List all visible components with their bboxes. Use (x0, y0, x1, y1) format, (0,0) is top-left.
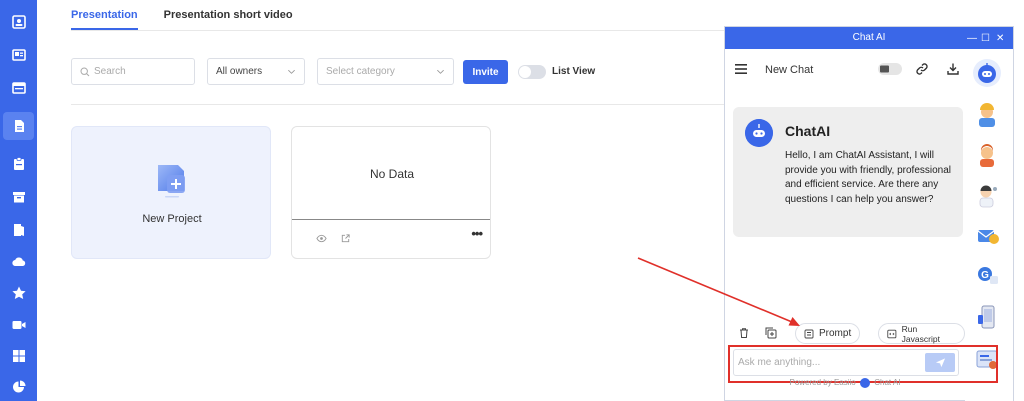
code-icon (887, 329, 897, 338)
news-icon[interactable] (0, 41, 37, 69)
minimize-icon[interactable]: — (967, 27, 977, 49)
doctor-bot-icon[interactable] (973, 181, 1001, 209)
chat-input[interactable] (738, 353, 918, 372)
chatai-bot-icon[interactable] (973, 59, 1001, 87)
share-icon[interactable] (340, 233, 351, 244)
svg-text:G: G (981, 270, 989, 281)
list-view-label: List View (552, 66, 596, 77)
search-input[interactable]: Search (71, 58, 195, 85)
chat-ai-panel: Chat AI — ☐ ✕ New Chat G ChatAI Hello, I… (724, 26, 1014, 401)
contact-card-icon[interactable] (0, 8, 37, 36)
run-javascript-label: Run Javascript (901, 323, 940, 344)
chat-window-bot-icon[interactable] (973, 345, 1001, 373)
prompt-icon (804, 329, 814, 338)
maximize-icon[interactable]: ☐ (981, 27, 990, 49)
pie-chart-icon[interactable] (0, 373, 37, 401)
bot-selector-rail: G (965, 49, 1013, 401)
project-card[interactable]: No Data ••• (291, 126, 491, 259)
add-chat-icon[interactable] (765, 327, 777, 339)
trash-icon[interactable] (738, 327, 750, 339)
left-sidebar (0, 0, 37, 401)
mobile-bot-icon[interactable] (973, 303, 1001, 331)
download-icon[interactable] (946, 62, 960, 76)
chevron-down-icon (288, 69, 295, 74)
owners-select[interactable]: All owners (207, 58, 305, 85)
cloud-icon[interactable] (0, 248, 37, 276)
chat-toolbar: New Chat (725, 49, 965, 91)
powered-by-footer: Powered by Easiio Chat AI (725, 378, 965, 388)
category-placeholder: Select category (326, 66, 395, 77)
menu-icon[interactable] (734, 62, 748, 76)
chat-input-box (733, 349, 959, 376)
prompt-label: Prompt (819, 328, 852, 339)
powered-prefix: Powered by Easiio (789, 378, 856, 388)
support-bot-icon[interactable] (973, 141, 1001, 169)
chat-messages: ChatAI Hello, I am ChatAI Assistant, I w… (725, 91, 965, 321)
close-icon[interactable]: ✕ (996, 27, 1004, 49)
tab-presentation[interactable]: Presentation (71, 0, 138, 30)
new-chat-label[interactable]: New Chat (765, 64, 813, 76)
new-project-icon (158, 165, 185, 198)
prompt-button[interactable]: Prompt (795, 323, 861, 344)
archive-icon[interactable] (0, 183, 37, 211)
eye-icon[interactable] (316, 233, 327, 244)
owners-value: All owners (216, 66, 263, 77)
search-icon (80, 66, 90, 76)
chatai-small-icon (860, 378, 870, 388)
run-javascript-button[interactable]: Run Javascript (878, 323, 965, 344)
book-icon[interactable] (0, 216, 37, 244)
tabs-divider (71, 30, 791, 31)
theme-toggle-icon[interactable] (877, 62, 903, 76)
new-project-label: New Project (142, 213, 202, 225)
email-bot-icon[interactable] (973, 221, 1001, 249)
assistant-greeting: Hello, I am ChatAI Assistant, I will pro… (785, 150, 952, 205)
tab-presentation-short-video[interactable]: Presentation short video (164, 0, 293, 30)
assistant-name: ChatAI (785, 123, 831, 139)
chevron-down-icon (437, 69, 444, 74)
window-icon[interactable] (0, 74, 37, 102)
tab-bar: Presentation Presentation short video (71, 0, 293, 30)
category-select[interactable]: Select category (317, 58, 454, 85)
send-button[interactable] (925, 353, 955, 372)
card-divider (292, 219, 490, 220)
translate-bot-icon[interactable]: G (973, 261, 1001, 289)
chatai-avatar-icon (745, 119, 773, 147)
more-options-button[interactable]: ••• (471, 226, 483, 241)
search-placeholder: Search (94, 66, 126, 77)
video-icon[interactable] (0, 311, 37, 339)
no-data-text: No Data (369, 167, 415, 181)
send-icon (935, 358, 945, 368)
clipboard-icon[interactable] (0, 150, 37, 178)
filter-divider (71, 104, 791, 105)
grid-icon[interactable] (0, 342, 37, 370)
powered-suffix: Chat AI (874, 378, 901, 388)
new-project-card[interactable]: New Project (71, 126, 271, 259)
app-root: Presentation Presentation short video Se… (0, 0, 1024, 401)
list-view-toggle[interactable] (518, 65, 546, 79)
chat-tools: Prompt Run Javascript (725, 321, 965, 345)
link-icon[interactable] (915, 62, 929, 76)
star-icon[interactable] (0, 279, 37, 307)
document-icon[interactable] (3, 112, 34, 140)
invite-button[interactable]: Invite (463, 60, 508, 84)
assistant-message: ChatAI Hello, I am ChatAI Assistant, I w… (733, 107, 963, 237)
worker-bot-icon[interactable] (973, 101, 1001, 129)
